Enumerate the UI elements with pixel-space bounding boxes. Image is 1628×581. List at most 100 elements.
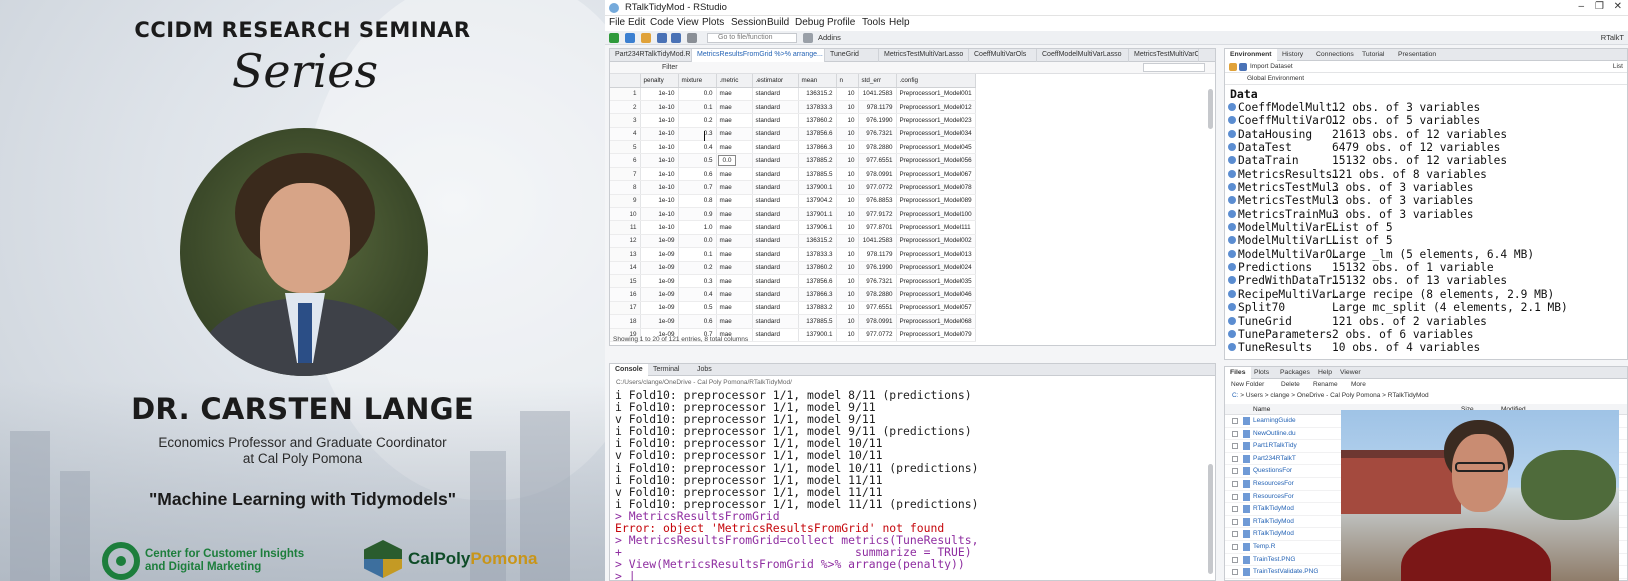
file-name[interactable]: TrainTestValidate.PNG <box>1253 568 1318 575</box>
breadcrumb-clange[interactable]: clange <box>1270 392 1289 399</box>
menu-file[interactable]: File <box>609 17 625 28</box>
expand-object-icon[interactable] <box>1228 343 1236 352</box>
tab-plots[interactable]: Plots <box>1249 367 1274 379</box>
global-environment-select[interactable]: Global Environment <box>1247 75 1304 82</box>
list-view-toggle[interactable]: List <box>1613 63 1623 70</box>
tab-connections[interactable]: Connections <box>1311 49 1359 61</box>
tab-packages[interactable]: Packages <box>1275 367 1315 379</box>
expand-object-icon[interactable] <box>1228 196 1236 205</box>
delete-button[interactable]: Delete <box>1281 381 1300 388</box>
table-row[interactable]: 15 1e-09 0.3 mae standard 137856.6 10 976.7321 P… <box>610 274 976 289</box>
breadcrumb-users[interactable]: Users <box>1246 392 1263 399</box>
menu-tools[interactable]: Tools <box>862 17 885 28</box>
table-row[interactable]: 13 1e-09 0.1 mae standard 137833.3 10 978.1179 P… <box>610 247 976 262</box>
tab-tunegrid[interactable]: TuneGrid <box>825 49 879 62</box>
breadcrumb-onedrive[interactable]: OneDrive - Cal Poly Pomona <box>1297 392 1380 399</box>
tab-history[interactable]: History <box>1277 49 1308 61</box>
environment-object-row[interactable]: DataHousing 21613 obs. of 12 variables <box>1228 128 1626 141</box>
expand-object-icon[interactable] <box>1228 303 1236 312</box>
menu-code[interactable]: Code <box>650 17 674 28</box>
open-file-icon[interactable] <box>641 33 651 43</box>
console-output[interactable]: i Fold10: preprocessor 1/1, model 8/11 (… <box>615 389 1210 581</box>
expand-object-icon[interactable] <box>1228 236 1236 245</box>
expand-object-icon[interactable] <box>1228 209 1236 218</box>
expand-object-icon[interactable] <box>1228 183 1236 192</box>
menu-view[interactable]: View <box>677 17 699 28</box>
filter-button[interactable]: Filter <box>662 64 678 71</box>
environment-object-row[interactable]: MetricsTestMul… 3 obs. of 3 variables <box>1228 181 1626 194</box>
file-name[interactable]: QuestionsFor <box>1253 467 1292 474</box>
menu-help[interactable]: Help <box>889 17 910 28</box>
column-header-index[interactable] <box>610 74 641 88</box>
table-row[interactable]: 9 1e-10 0.8 mae standard 137904.2 10 976.8853 Pr… <box>610 194 976 209</box>
column-header-estimator[interactable]: .estimator <box>752 74 799 88</box>
close-icon[interactable]: ✕ <box>1614 1 1622 12</box>
file-checkbox[interactable] <box>1232 480 1238 487</box>
table-row[interactable]: 5 1e-10 0.4 mae standard 137866.3 10 978.2880 Pr… <box>610 140 976 155</box>
column-header-mean[interactable]: mean <box>798 74 837 88</box>
tab-data-view[interactable]: MetricsResultsFromGrid %>% arrange... <box>692 49 825 62</box>
environment-object-row[interactable]: RecipeMultiVar… Large recipe (8 elements,… <box>1228 288 1626 301</box>
table-row[interactable]: 1 1e-10 0.0 mae standard 136315.2 10 1041.2583 P… <box>610 87 976 101</box>
menu-profile[interactable]: Profile <box>827 17 855 28</box>
expand-object-icon[interactable] <box>1228 129 1236 138</box>
column-header-std-err[interactable]: std_err <box>858 74 897 88</box>
grid-icon[interactable] <box>803 33 813 43</box>
save-all-icon[interactable] <box>671 33 681 43</box>
table-row[interactable]: 14 1e-09 0.2 mae standard 137860.2 10 976.1990 P… <box>610 261 976 275</box>
menu-plots[interactable]: Plots <box>702 17 724 28</box>
load-workspace-icon[interactable] <box>1229 63 1237 71</box>
file-name[interactable]: RTalkTidyMod <box>1253 505 1294 512</box>
expand-object-icon[interactable] <box>1228 263 1236 272</box>
tab-tutorial[interactable]: Tutorial <box>1357 49 1389 61</box>
environment-object-row[interactable]: MetricsTrainMu… 3 obs. of 3 variables <box>1228 208 1626 221</box>
environment-object-row[interactable]: Split70 Large mc_split (4 elements, 2.1 M… <box>1228 301 1626 314</box>
table-row[interactable]: 7 1e-10 0.6 mae standard 137885.5 10 978.0991 Pr… <box>610 167 976 182</box>
expand-object-icon[interactable] <box>1228 249 1236 258</box>
column-header-n[interactable]: n <box>836 74 859 88</box>
print-icon[interactable] <box>687 33 697 43</box>
project-menu[interactable]: RTalkT <box>1601 33 1624 42</box>
more-menu-button[interactable]: More <box>1351 381 1366 388</box>
addins-button[interactable]: Addins <box>818 33 841 42</box>
environment-object-row[interactable]: DataTrain 15132 obs. of 12 variables <box>1228 154 1626 167</box>
save-icon[interactable] <box>657 33 667 43</box>
tab-coeff-lasso[interactable]: CoeffModelMultiVarLasso <box>1037 49 1129 62</box>
menu-build[interactable]: Build <box>767 17 789 28</box>
column-header-penalty[interactable]: penalty <box>640 74 679 88</box>
expand-object-icon[interactable] <box>1228 116 1236 125</box>
save-workspace-icon[interactable] <box>1239 63 1247 71</box>
file-name[interactable]: RTalkTidyMod <box>1253 518 1294 525</box>
file-checkbox[interactable] <box>1232 455 1238 462</box>
menu-debug[interactable]: Debug <box>795 17 824 28</box>
environment-object-row[interactable]: Predictions 15132 obs. of 1 variable <box>1228 261 1626 274</box>
expand-object-icon[interactable] <box>1228 103 1236 111</box>
environment-object-row[interactable]: CoeffModelMult… 12 obs. of 3 variables <box>1228 101 1626 114</box>
data-scrollbar[interactable] <box>1208 89 1213 129</box>
tab-environment[interactable]: Environment <box>1225 49 1277 61</box>
tab-metrics-test-lasso[interactable]: MetricsTestMultiVarLasso <box>879 49 969 62</box>
new-folder-button[interactable]: New Folder <box>1231 381 1264 388</box>
environment-object-row[interactable]: ModelMultiVarE… List of 5 <box>1228 221 1626 234</box>
goto-file-input[interactable]: Go to file/function <box>707 33 797 43</box>
environment-object-row[interactable]: CoeffMultiVarO… 12 obs. of 5 variables <box>1228 114 1626 127</box>
file-checkbox[interactable] <box>1232 468 1238 475</box>
file-name[interactable]: Part1RTalkTidy <box>1253 442 1297 449</box>
file-checkbox[interactable] <box>1232 443 1238 450</box>
file-checkbox[interactable] <box>1232 531 1238 538</box>
tab-script[interactable]: Part234RTalkTidyMod.R <box>610 49 692 62</box>
file-checkbox[interactable] <box>1232 430 1238 437</box>
tab-presentation[interactable]: Presentation <box>1393 49 1441 61</box>
files-header-name[interactable]: Name <box>1253 406 1270 413</box>
tab-coeff-ols[interactable]: CoeffMultiVarOls <box>969 49 1037 62</box>
environment-object-row[interactable]: ModelMultiVarL… List of 5 <box>1228 234 1626 247</box>
file-name[interactable]: RTalkTidyMod <box>1253 530 1294 537</box>
column-header-metric[interactable]: .metric <box>716 74 753 88</box>
table-row[interactable]: 8 1e-10 0.7 mae standard 137900.1 10 977.0772 Pr… <box>610 180 976 195</box>
file-checkbox[interactable] <box>1232 543 1238 550</box>
file-name[interactable]: NewOutline.du <box>1253 430 1296 437</box>
breadcrumb-project[interactable]: RTalkTidyMod <box>1388 392 1429 399</box>
data-search-input[interactable] <box>1143 63 1205 72</box>
minimize-icon[interactable]: – <box>1578 1 1584 12</box>
environment-object-row[interactable]: MetricsTestMul… 3 obs. of 3 variables <box>1228 194 1626 207</box>
